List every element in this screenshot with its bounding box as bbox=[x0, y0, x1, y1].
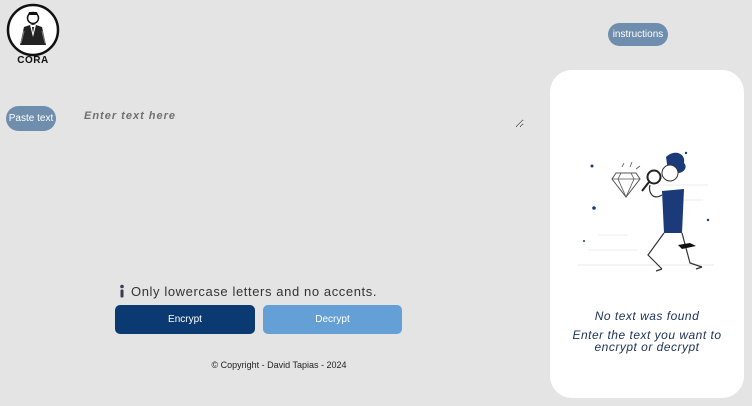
copyright: © Copyright - David Tapias - 2024 bbox=[211, 360, 347, 370]
logo-person-icon bbox=[6, 3, 60, 57]
app-logo: CORA bbox=[6, 3, 60, 69]
input-hint: Only lowercase letters and no accents. bbox=[118, 283, 377, 299]
text-input[interactable] bbox=[84, 110, 524, 128]
result-panel: No text was found Enter the text you wan… bbox=[550, 70, 744, 398]
info-icon bbox=[118, 284, 126, 298]
detective-illustration bbox=[578, 151, 714, 272]
paste-text-button[interactable]: Paste text bbox=[6, 106, 56, 131]
logo-text: CORA bbox=[17, 55, 49, 66]
hint-text: Only lowercase letters and no accents. bbox=[131, 283, 378, 299]
empty-state-title: No text was found bbox=[594, 309, 700, 323]
empty-state-subtitle: Enter the text you want to encrypt or de… bbox=[572, 328, 722, 354]
encrypt-button[interactable]: Encrypt bbox=[115, 305, 255, 334]
decrypt-button[interactable]: Decrypt bbox=[263, 305, 402, 334]
instructions-button[interactable]: instructions bbox=[608, 23, 668, 46]
